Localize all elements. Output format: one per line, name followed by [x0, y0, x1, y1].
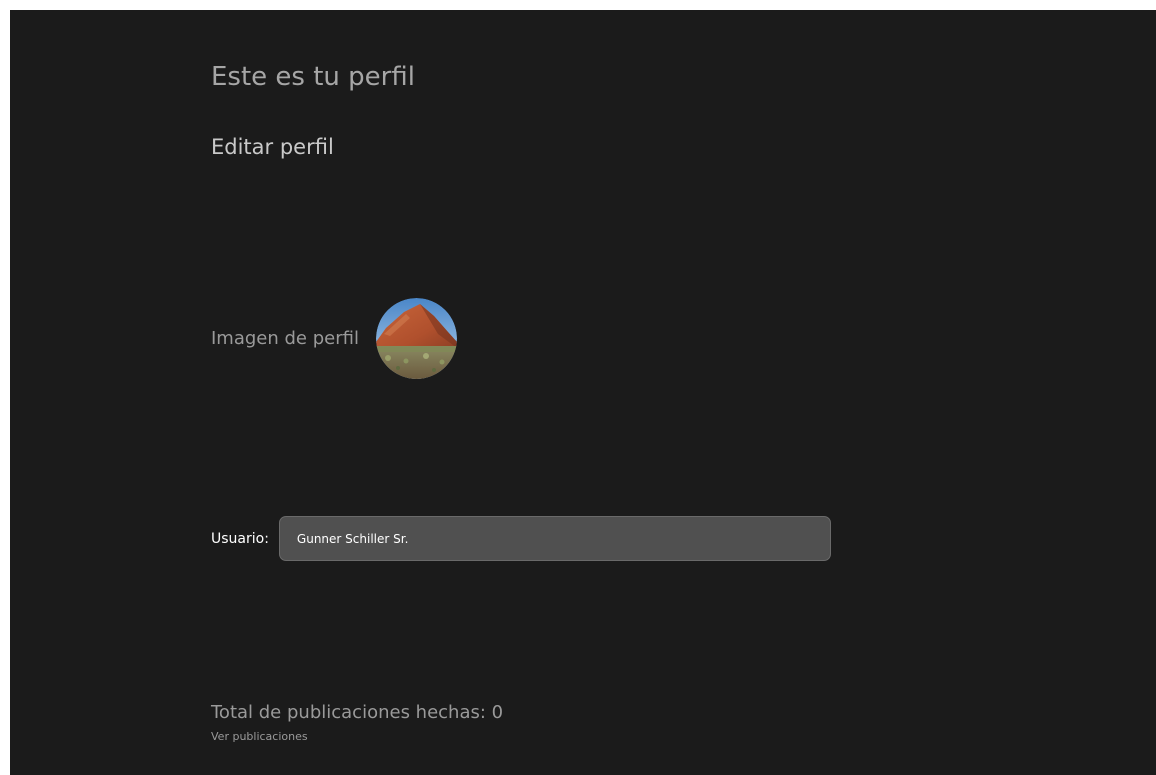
profile-image-row: Imagen de perfil	[211, 297, 457, 379]
username-input[interactable]	[278, 516, 831, 561]
total-posts-count: Total de publicaciones hechas: 0	[211, 702, 504, 723]
username-row: Usuario:	[211, 514, 831, 563]
edit-profile-heading: Editar perfil	[211, 135, 334, 159]
profile-page: Este es tu perfil Editar perfil Imagen d…	[10, 10, 1156, 775]
username-label: Usuario:	[211, 530, 269, 547]
view-posts-link[interactable]: Ver publicaciones	[211, 730, 308, 743]
profile-image-label: Imagen de perfil	[211, 327, 359, 349]
profile-avatar[interactable]	[375, 297, 457, 379]
page-title: Este es tu perfil	[211, 62, 415, 92]
